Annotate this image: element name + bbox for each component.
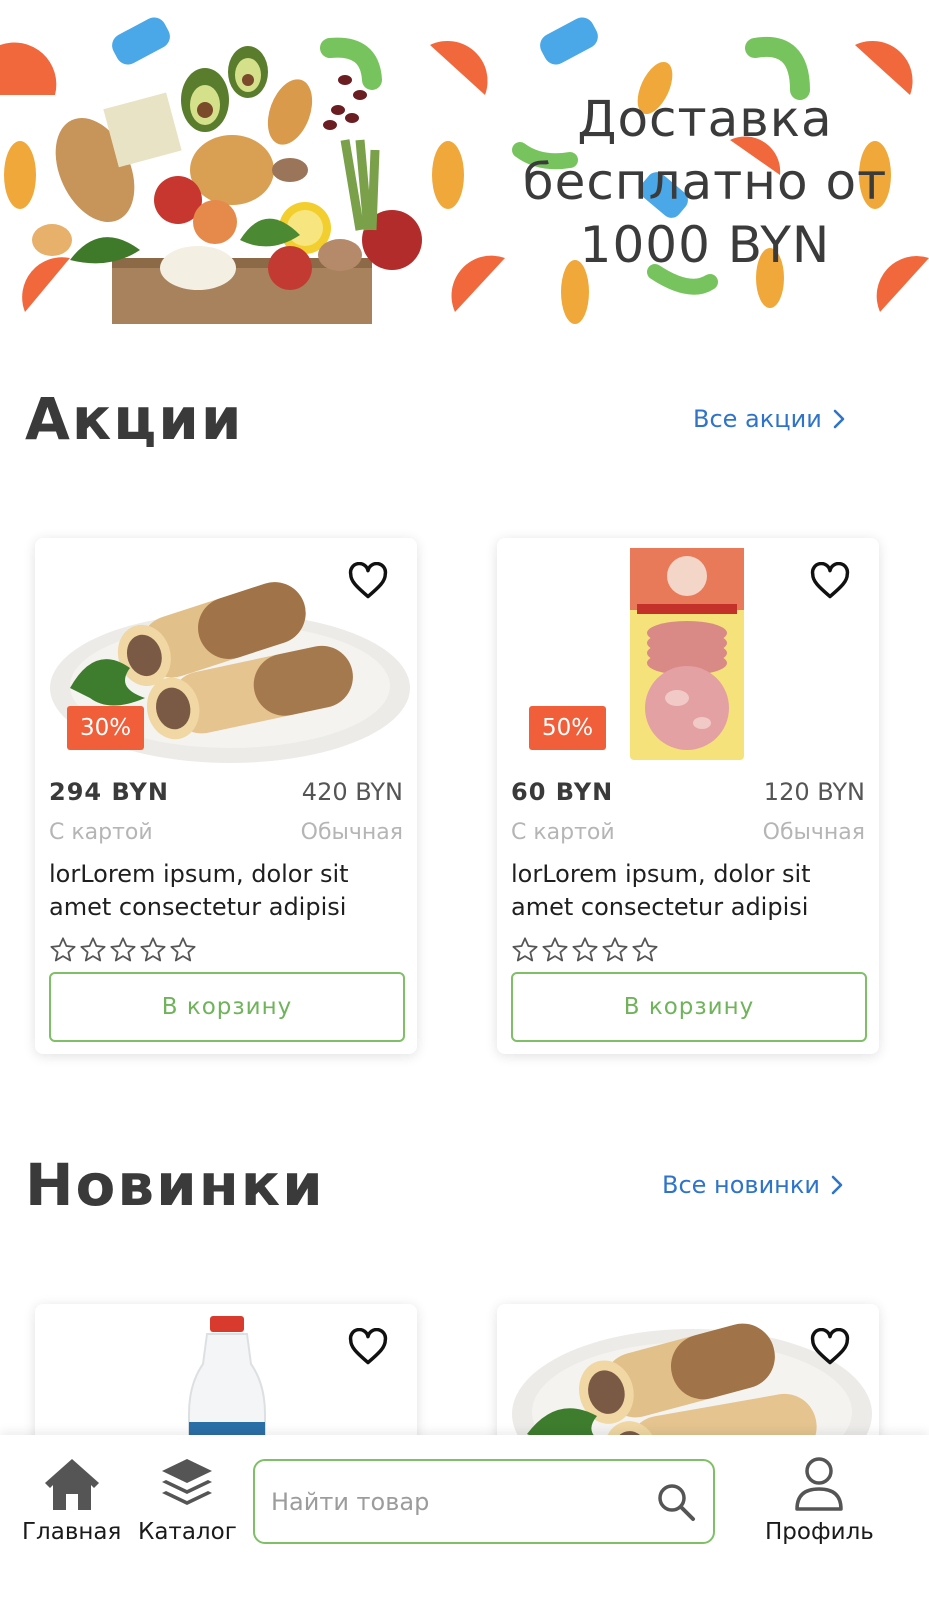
all-new-items-label: Все новинки xyxy=(662,1171,820,1199)
product-name[interactable]: lorLorem ipsum, dolor sit amet consectet… xyxy=(511,858,849,924)
card-price: 294 BYN xyxy=(49,778,169,806)
search-input[interactable] xyxy=(271,1487,655,1516)
banner-title-line-2: бесплатно от xyxy=(522,153,888,211)
star-icon[interactable] xyxy=(169,936,197,964)
star-icon[interactable] xyxy=(601,936,629,964)
product-name[interactable]: lorLorem ipsum, dolor sit amet consectet… xyxy=(49,858,387,924)
user-icon xyxy=(795,1457,844,1511)
nav-profile[interactable]: Профиль xyxy=(765,1455,874,1545)
star-icon[interactable] xyxy=(79,936,107,964)
star-icon[interactable] xyxy=(541,936,569,964)
rating-stars[interactable] xyxy=(511,936,659,964)
card-price-label: С картой xyxy=(511,820,615,845)
product-card[interactable]: 30% 294 BYN 420 BYN С картой Обычная lor… xyxy=(35,538,417,1054)
new-items-title: Новинки xyxy=(25,1151,325,1219)
banner-title-line-1: Доставка xyxy=(577,90,833,148)
all-promotions-link[interactable]: Все акции xyxy=(693,405,846,433)
star-icon[interactable] xyxy=(631,936,659,964)
star-icon[interactable] xyxy=(571,936,599,964)
star-icon[interactable] xyxy=(511,936,539,964)
discount-badge: 30% xyxy=(67,706,145,750)
all-new-items-link[interactable]: Все новинки xyxy=(662,1171,844,1199)
star-icon[interactable] xyxy=(49,936,77,964)
layers-icon xyxy=(162,1459,213,1505)
nav-profile-label: Профиль xyxy=(765,1519,874,1545)
nav-home-label: Главная xyxy=(22,1519,122,1545)
card-price-label: С картой xyxy=(49,820,153,845)
price-labels: С картой Обычная xyxy=(49,820,403,845)
groceries-illustration xyxy=(32,46,422,324)
chevron-right-icon xyxy=(831,1175,843,1195)
promotions-title: Акции xyxy=(25,385,244,453)
search-box[interactable] xyxy=(253,1459,715,1544)
heart-icon[interactable] xyxy=(347,1328,389,1366)
nav-catalog-label: Каталог xyxy=(138,1519,237,1545)
banner-title-line-3: 1000 BYN xyxy=(579,216,831,274)
product-name-line-2: amet consectetur adipisi xyxy=(511,893,809,921)
price-row: 294 BYN 420 BYN xyxy=(49,778,403,806)
banner-title: Доставка бесплатно от 1000 BYN xyxy=(515,88,895,277)
regular-price-label: Обычная xyxy=(300,820,403,845)
bottom-navigation: Главная Каталог Профиль xyxy=(0,1435,929,1600)
discount-badge: 50% xyxy=(529,706,607,750)
heart-icon[interactable] xyxy=(809,562,851,600)
all-promotions-label: Все акции xyxy=(693,405,822,433)
star-icon[interactable] xyxy=(109,936,137,964)
nav-catalog[interactable]: Каталог xyxy=(138,1455,237,1545)
regular-price: 420 BYN xyxy=(301,778,403,806)
chevron-right-icon xyxy=(833,409,845,429)
add-to-cart-button[interactable]: В корзину xyxy=(511,972,867,1042)
price-labels: С картой Обычная xyxy=(511,820,865,845)
home-icon xyxy=(44,1459,99,1510)
heart-icon[interactable] xyxy=(809,1328,851,1366)
search-icon[interactable] xyxy=(655,1481,697,1523)
regular-price-label: Обычная xyxy=(762,820,865,845)
product-name-line-1: lorLorem ipsum, dolor sit xyxy=(511,860,811,888)
add-to-cart-button[interactable]: В корзину xyxy=(49,972,405,1042)
star-icon[interactable] xyxy=(139,936,167,964)
product-name-line-2: amet consectetur adipisi xyxy=(49,893,347,921)
heart-icon[interactable] xyxy=(347,562,389,600)
regular-price: 120 BYN xyxy=(763,778,865,806)
rating-stars[interactable] xyxy=(49,936,197,964)
nav-home[interactable]: Главная xyxy=(22,1455,121,1545)
card-price: 60 BYN xyxy=(511,778,614,806)
price-row: 60 BYN 120 BYN xyxy=(511,778,865,806)
product-card[interactable]: 50% 60 BYN 120 BYN С картой Обычная lorL… xyxy=(497,538,879,1054)
promo-banner[interactable]: Доставка бесплатно от 1000 BYN xyxy=(0,0,929,345)
product-name-line-1: lorLorem ipsum, dolor sit xyxy=(49,860,349,888)
